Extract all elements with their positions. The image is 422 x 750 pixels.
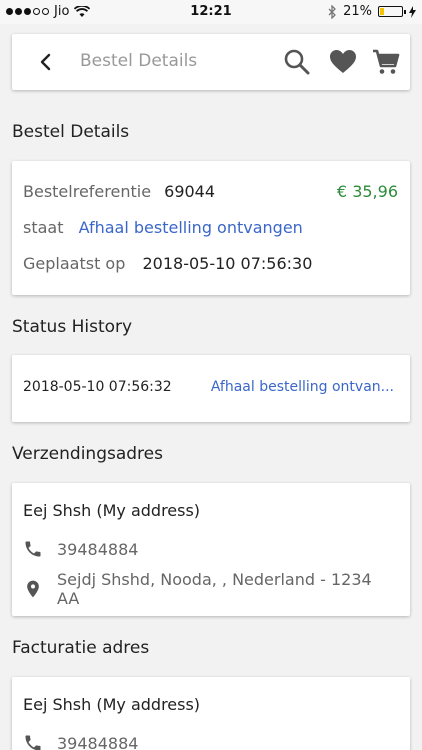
- order-ref-row: Bestelreferentie 69044: [23, 182, 215, 201]
- order-ref-value: 69044: [164, 182, 216, 201]
- battery-fill: [380, 8, 385, 15]
- billing-phone: 39484884: [57, 734, 139, 750]
- shipping-card: Eej Shsh (My address) 39484884 Sejdj Shs…: [12, 483, 410, 616]
- toolbar-title: Bestel Details: [80, 51, 198, 71]
- heart-icon[interactable]: [328, 47, 358, 77]
- top-toolbar: Bestel Details: [12, 34, 410, 90]
- battery-percent: 21%: [343, 4, 372, 19]
- history-entry-status: Afhaal bestelling ontvan...: [210, 379, 394, 395]
- order-placed-value: 2018-05-10 07:56:30: [142, 254, 313, 273]
- phone-icon: [25, 735, 41, 750]
- charging-icon: [409, 5, 416, 18]
- shipping-address: Sejdj Shshd, Nooda, , Nederland - 1234 A…: [57, 570, 372, 608]
- shipping-address-line1: Sejdj Shshd, Nooda, , Nederland - 1234: [57, 570, 372, 589]
- back-icon[interactable]: [34, 50, 58, 74]
- history-entry-date: 2018-05-10 07:56:32: [23, 379, 172, 395]
- order-placed-label: Geplaatst op: [23, 254, 126, 273]
- billing-section-title: Facturatie adres: [12, 638, 150, 658]
- shipping-address-line2: AA: [57, 589, 80, 608]
- order-section-title: Bestel Details: [12, 122, 130, 142]
- status-bar: Jio 12:21 21%: [0, 0, 422, 24]
- status-right: 21%: [328, 4, 416, 19]
- order-placed-row: Geplaatst op 2018-05-10 07:56:30: [23, 254, 312, 273]
- billing-card: Eej Shsh (My address) 39484884: [12, 677, 410, 750]
- order-state-value: Afhaal bestelling ontvangen: [78, 218, 303, 237]
- battery-icon: [378, 6, 406, 17]
- history-section-title: Status History: [12, 317, 133, 337]
- phone-icon: [25, 541, 41, 557]
- search-icon[interactable]: [282, 47, 312, 77]
- billing-name: Eej Shsh (My address): [23, 695, 201, 714]
- cart-icon[interactable]: [371, 47, 401, 77]
- location-pin-icon: [27, 580, 39, 598]
- order-total: € 35,96: [336, 182, 398, 201]
- shipping-section-title: Verzendingsadres: [12, 444, 163, 464]
- order-ref-label: Bestelreferentie: [23, 182, 152, 201]
- order-state-label: staat: [23, 218, 64, 237]
- shipping-name: Eej Shsh (My address): [23, 501, 201, 520]
- history-card: 2018-05-10 07:56:32 Afhaal bestelling on…: [12, 355, 410, 422]
- shipping-phone: 39484884: [57, 540, 139, 559]
- order-state-row: staat Afhaal bestelling ontvangen: [23, 218, 303, 237]
- order-card: Bestelreferentie 69044 € 35,96 staat Afh…: [12, 161, 410, 295]
- bluetooth-icon: [328, 4, 337, 19]
